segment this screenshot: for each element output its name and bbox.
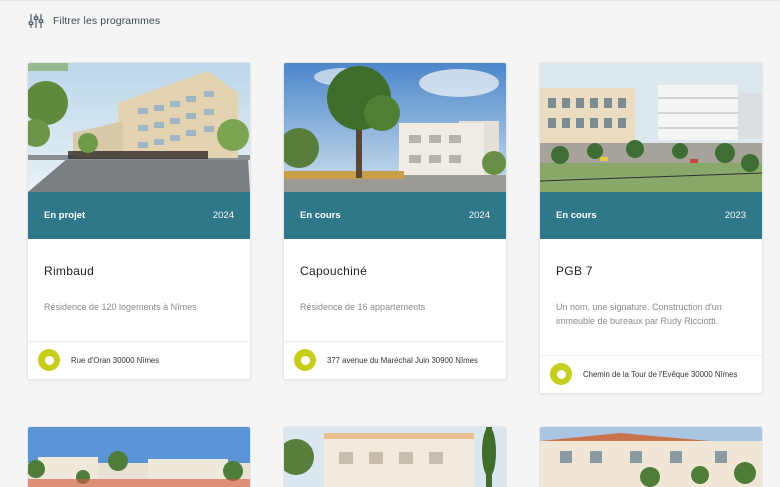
program-title: Capouchiné [300, 264, 368, 278]
program-card-rimbaud[interactable]: En projet 2024 Rimbaud Résidence de 120 … [27, 62, 251, 380]
program-photo [540, 427, 762, 487]
program-title: Rimbaud [44, 264, 95, 278]
year-label: 2023 [724, 210, 746, 221]
program-title: PGB 7 [556, 264, 593, 278]
status-band: En cours 2023 [540, 192, 762, 239]
status-band: En cours 2024 [284, 192, 506, 239]
card-divider [540, 355, 762, 356]
program-description: Un nom, une signature. Construction d'un… [556, 302, 722, 326]
year-label: 2024 [212, 210, 234, 221]
address-text: 377 avenue du Maréchal Juin 30900 Nîmes [327, 355, 478, 365]
year-label: 2024 [468, 210, 490, 221]
program-card-row2-3[interactable] [539, 426, 763, 487]
program-card-capouchine[interactable]: En cours 2024 Capouchiné Résidence de 16… [283, 62, 507, 380]
location-pin-icon [38, 349, 60, 371]
card-divider [284, 341, 506, 342]
filter-programs-button[interactable]: Filtrer les programmes [28, 12, 160, 30]
program-card-pgb7[interactable]: En cours 2023 PGB 7 Un nom, une signatur… [539, 62, 763, 394]
program-description: Résidence de 120 logements à Nîmes [44, 302, 197, 312]
address-text: Rue d'Oran 30000 Nîmes [71, 355, 160, 365]
program-photo [540, 63, 762, 192]
program-photo [28, 427, 250, 487]
address-text: Chemin de la Tour de l'Evêque 30000 Nîme… [583, 369, 738, 379]
sliders-icon [28, 13, 44, 29]
program-description: Résidence de 16 appartements [300, 302, 426, 312]
program-photo [284, 63, 506, 192]
program-photo [284, 427, 506, 487]
status-label: En cours [300, 210, 341, 221]
program-card-row2-2[interactable] [283, 426, 507, 487]
status-band: En projet 2024 [28, 192, 250, 239]
program-address: Rue d'Oran 30000 Nîmes [38, 349, 240, 371]
status-label: En cours [556, 210, 597, 221]
location-pin-icon [294, 349, 316, 371]
filter-label: Filtrer les programmes [53, 15, 161, 27]
card-divider [28, 341, 250, 342]
status-label: En projet [44, 210, 86, 221]
program-address: Chemin de la Tour de l'Evêque 30000 Nîme… [550, 363, 752, 385]
top-divider [0, 0, 780, 1]
program-address: 377 avenue du Maréchal Juin 30900 Nîmes [294, 349, 496, 371]
location-pin-icon [550, 363, 572, 385]
program-card-row2-1[interactable] [27, 426, 251, 487]
program-photo [28, 63, 250, 192]
